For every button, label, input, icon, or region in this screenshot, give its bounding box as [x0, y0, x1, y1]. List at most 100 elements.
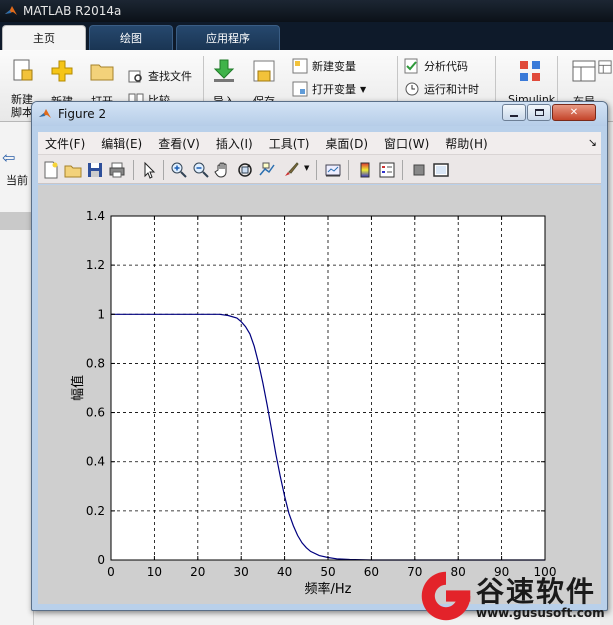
link-plot-icon[interactable]	[324, 161, 342, 179]
tab-plots[interactable]: 绘图	[89, 25, 173, 50]
menu-desktop[interactable]: 桌面(D)	[325, 135, 368, 152]
maximize-icon	[534, 109, 544, 116]
plot-area: 0 10 20 30 40 50 60 70 80 90 10000.20.40.60.811.21…	[70, 209, 556, 597]
figure-canvas[interactable]: 0 10 20 30 40 50 60 70 80 90 100 0 0.2 0.4 0.6 0.8 1 1.2 1…	[38, 185, 601, 604]
x-tick-label: 30	[234, 565, 249, 579]
rotate-3d-icon[interactable]	[236, 161, 254, 179]
figure-window: Figure 2 ✕ 文件(F) 编辑(E) 查看(V) 插入(I) 工具(T)…	[31, 101, 608, 611]
colorbar-icon[interactable]	[356, 161, 374, 179]
analyze-code-button[interactable]: 分析代码	[404, 58, 468, 74]
pointer-icon[interactable]	[140, 161, 158, 179]
menu-edit[interactable]: 编辑(E)	[101, 135, 142, 152]
watermark-logo-icon	[421, 571, 471, 621]
plus-icon	[51, 60, 73, 82]
toolbar-separator	[163, 160, 164, 180]
app-title: MATLAB R2014a	[23, 4, 122, 18]
menu-tools[interactable]: 工具(T)	[269, 135, 310, 152]
menu-help[interactable]: 帮助(H)	[445, 135, 487, 152]
new-script-icon	[13, 59, 33, 81]
new-variable-button[interactable]: 新建变量	[292, 58, 356, 74]
brush-icon[interactable]	[282, 161, 300, 179]
menu-insert[interactable]: 插入(I)	[216, 135, 253, 152]
x-tick-label: 50	[320, 565, 335, 579]
figure-menubar: 文件(F) 编辑(E) 查看(V) 插入(I) 工具(T) 桌面(D) 窗口(W…	[38, 132, 601, 154]
toolbar-separator	[402, 160, 403, 180]
run-and-time-label: 运行和计时	[424, 83, 479, 96]
y-tick-label: 0.8	[86, 356, 105, 370]
figure-title: Figure 2	[58, 107, 107, 121]
axes-background	[111, 216, 545, 560]
menu-file[interactable]: 文件(F)	[45, 135, 85, 152]
x-tick-label: 10	[147, 565, 162, 579]
watermark: 谷速软件 www.gususoft.com	[418, 566, 613, 625]
menu-view[interactable]: 查看(V)	[158, 135, 200, 152]
ribbon-tab-strip: 主页 绘图 应用程序	[0, 22, 613, 50]
x-tick-label: 60	[364, 565, 379, 579]
print-icon[interactable]	[108, 161, 126, 179]
zoom-in-icon[interactable]	[170, 161, 188, 179]
y-axis-label: 幅值	[70, 375, 86, 401]
y-tick-label: 0.4	[86, 455, 105, 469]
x-tick-label: 20	[190, 565, 205, 579]
show-plot-tools-icon[interactable]	[432, 161, 450, 179]
new-variable-label: 新建变量	[312, 60, 356, 73]
simulink-icon	[520, 61, 540, 81]
legend-icon[interactable]	[378, 161, 396, 179]
y-tick-label: 1.2	[86, 258, 105, 272]
simulink-button[interactable]: Simulink	[508, 58, 555, 106]
save-workspace-icon	[253, 60, 275, 82]
run-and-time-icon	[405, 82, 419, 96]
y-tick-label: 0.2	[86, 504, 105, 518]
analyze-code-label: 分析代码	[424, 60, 468, 73]
open-variable-label: 打开变量	[312, 83, 356, 96]
dock-arrow-icon[interactable]: ↘	[588, 136, 597, 149]
toolbar-separator	[133, 160, 134, 180]
find-files-icon	[128, 70, 142, 83]
new-figure-icon[interactable]	[42, 161, 60, 179]
toolbar-separator	[316, 160, 317, 180]
save-icon[interactable]	[86, 161, 104, 179]
zoom-out-icon[interactable]	[192, 161, 210, 179]
back-arrow-icon[interactable]: ⇦	[2, 148, 15, 167]
matlab-titlebar: MATLAB R2014a	[0, 0, 613, 22]
current-folder-label: 当前	[6, 174, 28, 187]
hide-plot-tools-icon[interactable]	[410, 161, 428, 179]
close-icon: ✕	[569, 107, 579, 118]
dropdown-arrow-icon[interactable]: ▼	[360, 85, 366, 94]
matlab-logo-icon	[39, 109, 51, 118]
y-tick-label: 0	[97, 553, 105, 567]
y-tick-label: 0.6	[86, 406, 105, 420]
layout-icon	[572, 60, 596, 82]
find-files-label: 查找文件	[148, 70, 192, 83]
minimize-icon	[510, 114, 518, 117]
y-tick-label: 1	[97, 307, 105, 321]
find-files-button[interactable]: 查找文件	[128, 68, 192, 84]
open-file-icon[interactable]	[64, 161, 82, 179]
open-variable-icon	[292, 81, 308, 97]
tab-home[interactable]: 主页	[2, 25, 86, 50]
menu-window[interactable]: 窗口(W)	[384, 135, 429, 152]
analyze-code-icon	[404, 58, 418, 74]
maximize-button[interactable]	[527, 104, 551, 121]
current-folder-pane: ⇦ 当前	[0, 122, 34, 625]
brush-dropdown-icon[interactable]: ▼	[304, 164, 309, 172]
folder-icon	[90, 64, 114, 81]
folder-list-row[interactable]	[0, 212, 33, 230]
x-axis-label: 频率/Hz	[305, 581, 352, 597]
layout-grid-icon[interactable]	[598, 60, 612, 74]
import-icon	[213, 59, 235, 82]
x-tick-label: 40	[277, 565, 292, 579]
watermark-name: 谷速软件	[476, 575, 597, 608]
open-variable-button[interactable]: 打开变量 ▼	[292, 81, 366, 97]
pan-hand-icon[interactable]	[214, 161, 232, 179]
close-button[interactable]: ✕	[552, 104, 596, 121]
run-and-time-button[interactable]: 运行和计时	[404, 81, 479, 97]
minimize-button[interactable]	[502, 104, 526, 121]
figure-titlebar: Figure 2 ✕	[32, 102, 607, 126]
figure-toolbar: ▼	[38, 154, 601, 184]
x-tick-label: 0	[107, 565, 115, 579]
data-cursor-icon[interactable]	[258, 161, 276, 179]
matlab-logo-icon	[5, 6, 17, 15]
tab-apps[interactable]: 应用程序	[176, 25, 280, 50]
toolbar-separator	[348, 160, 349, 180]
